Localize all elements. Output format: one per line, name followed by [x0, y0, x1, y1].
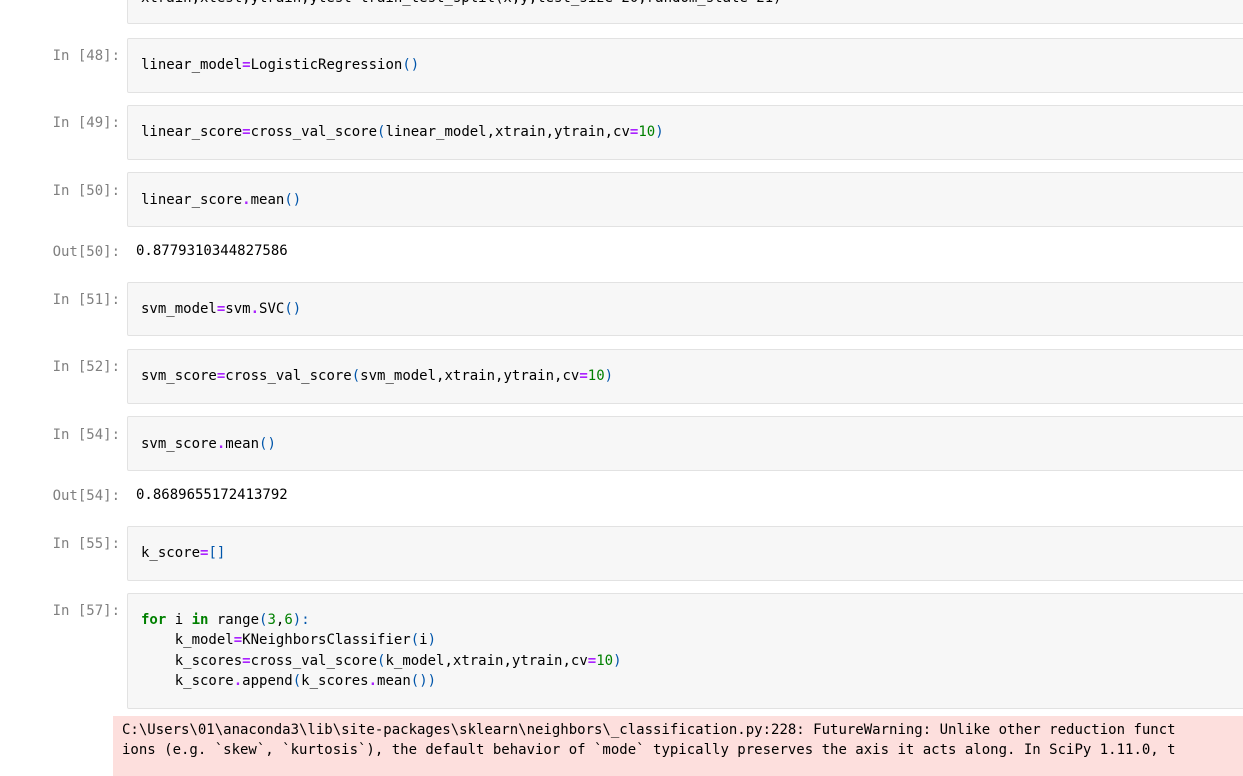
output-prompt: Out[54]:	[52, 488, 120, 504]
output-prompt: Out[50]:	[52, 244, 120, 260]
code-cell-input[interactable]	[127, 416, 1243, 471]
input-prompt: In [52]:	[52, 359, 120, 375]
cell-output: 0.8779310344827586	[136, 243, 288, 259]
code-line: k_model=KNeighborsClassifier(i)	[141, 632, 437, 648]
code-line: k_score=[]	[141, 545, 226, 561]
code-line: svm_score.mean()	[141, 436, 276, 452]
code-line: svm_model=svm.SVC()	[141, 301, 302, 317]
input-prompt: In [54]:	[52, 427, 120, 443]
code-line: k_scores=cross_val_score(k_model,xtrain,…	[141, 653, 622, 669]
input-prompt: In [48]:	[52, 48, 120, 64]
input-prompt: In [57]:	[52, 603, 120, 619]
code-line: svm_score=cross_val_score(svm_model,xtra…	[141, 368, 614, 384]
input-prompt: In [50]:	[52, 183, 120, 199]
code-cell-input[interactable]	[127, 526, 1243, 581]
input-prompt: In [51]:	[52, 292, 120, 308]
code-line: linear_score=cross_val_score(linear_mode…	[141, 124, 664, 140]
stderr-warning-output: C:\Users\01\anaconda3\lib\site-packages\…	[113, 716, 1243, 776]
code-line: linear_score.mean()	[141, 192, 302, 208]
code-line: k_score.append(k_scores.mean())	[141, 673, 437, 689]
stderr-line: C:\Users\01\anaconda3\lib\site-packages\…	[122, 722, 1176, 738]
stderr-line: ions (e.g. `skew`, `kurtosis`), the defa…	[122, 742, 1176, 758]
code-line: linear_model=LogisticRegression()	[141, 57, 420, 73]
code-line: xtrain,xtest,ytrain,ytest=train_test_spl…	[141, 0, 782, 8]
input-prompt: In [49]:	[52, 115, 120, 131]
input-prompt: In [55]:	[52, 536, 120, 552]
code-line: for i in range(3,6):	[141, 612, 310, 628]
cell-output: 0.8689655172413792	[136, 487, 288, 503]
